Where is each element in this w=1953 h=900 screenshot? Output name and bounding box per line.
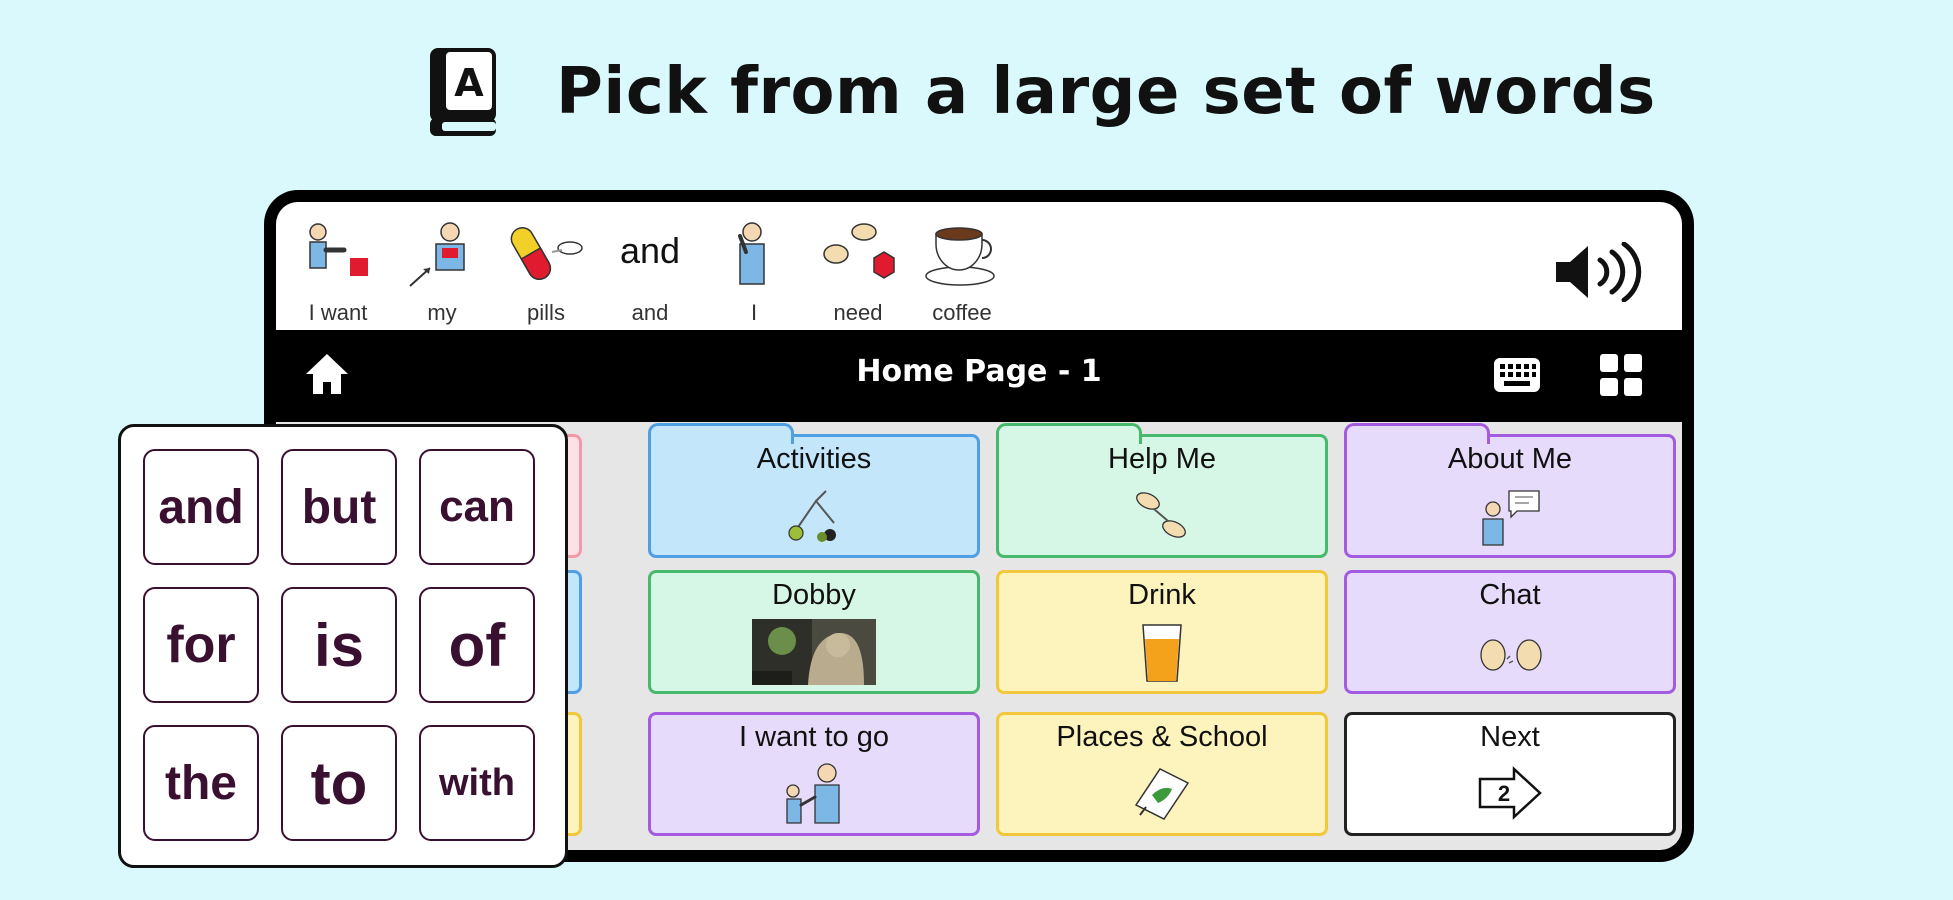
drink-glass-icon <box>1139 621 1185 685</box>
sentence-word[interactable]: my <box>390 202 494 330</box>
i-want-icon <box>300 218 376 288</box>
help-me-icon <box>1130 487 1194 545</box>
tile-label: Next <box>1480 721 1540 753</box>
core-words-panel: and but can for is of the to with <box>118 424 568 868</box>
speaker-icon[interactable] <box>1552 241 1652 303</box>
i-want-to-go-icon <box>779 761 849 825</box>
sentence-word-label: my <box>427 300 457 325</box>
keyboard-icon[interactable] <box>1492 356 1542 396</box>
my-icon <box>404 218 480 288</box>
tile-help-me[interactable]: Help Me <box>996 423 1328 558</box>
sentence-bar[interactable]: I want my pills and and I need coffee <box>276 202 1682 330</box>
chat-icon <box>1475 635 1545 675</box>
tile-label: Activities <box>756 443 872 475</box>
tile-label: Places & School <box>1056 721 1268 753</box>
activities-icon <box>782 487 846 545</box>
sentence-word-label: pills <box>527 300 565 325</box>
sentence-word-label: I want <box>308 300 368 325</box>
and-symbol-text: and <box>619 230 681 271</box>
sentence-word-label: I <box>750 300 758 325</box>
sentence-word[interactable]: I want <box>286 202 390 330</box>
tile-activities[interactable]: Activities <box>648 423 980 558</box>
heading-title: Pick from a large set of words <box>556 55 1656 129</box>
sentence-word-label: coffee <box>932 300 992 325</box>
word-button[interactable]: the <box>143 725 259 841</box>
book-letter-a-icon: A <box>424 44 504 140</box>
tile-label: Help Me <box>1108 443 1216 475</box>
coffee-cup-icon <box>924 218 1000 288</box>
next-arrow-icon: 2 <box>1476 765 1544 821</box>
tile-i-want-to-go[interactable]: I want to go <box>648 712 980 836</box>
tile-label: Chat <box>1479 579 1541 611</box>
sentence-word-label: need <box>833 300 883 325</box>
page-title: Home Page - 1 <box>856 354 1102 389</box>
sentence-word[interactable]: coffee <box>910 202 1014 330</box>
word-button[interactable]: for <box>143 587 259 703</box>
word-button[interactable]: with <box>419 725 535 841</box>
sentence-word[interactable]: and and <box>598 202 702 330</box>
tile-next[interactable]: Next 2 <box>1344 712 1676 836</box>
word-button[interactable]: can <box>419 449 535 565</box>
folder-tab <box>1344 423 1490 444</box>
word-button[interactable]: and <box>143 449 259 565</box>
nav-bar: Home Page - 1 <box>276 330 1682 422</box>
svg-text:A: A <box>454 61 484 105</box>
tile-label: About Me <box>1447 443 1573 475</box>
about-me-icon <box>1475 487 1545 547</box>
tile-chat[interactable]: Chat <box>1344 570 1676 694</box>
pills-icon <box>508 218 584 288</box>
tile-about-me[interactable]: About Me <box>1344 423 1676 558</box>
grid-icon[interactable] <box>1598 352 1644 398</box>
sentence-word[interactable]: pills <box>494 202 598 330</box>
word-button[interactable]: of <box>419 587 535 703</box>
heading: A Pick from a large set of words <box>0 38 1953 148</box>
tile-drink[interactable]: Drink <box>996 570 1328 694</box>
word-button[interactable]: but <box>281 449 397 565</box>
word-button[interactable]: to <box>281 725 397 841</box>
dobby-photo <box>752 619 876 685</box>
tile-label: I want to go <box>739 721 889 753</box>
sentence-word[interactable]: need <box>806 202 910 330</box>
tile-label: Dobby <box>772 579 856 611</box>
tile-places-school[interactable]: Places & School <box>996 712 1328 836</box>
next-page-number: 2 <box>1498 781 1510 806</box>
folder-tab <box>648 423 794 444</box>
tile-label: Drink <box>1128 579 1196 611</box>
tile-dobby[interactable]: Dobby <box>648 570 980 694</box>
sentence-word[interactable]: I <box>702 202 806 330</box>
places-map-icon <box>1130 765 1194 821</box>
need-icon <box>820 218 896 288</box>
word-button[interactable]: is <box>281 587 397 703</box>
folder-tab <box>996 423 1142 444</box>
person-i-icon <box>716 218 792 288</box>
sentence-word-label: and <box>631 300 669 325</box>
